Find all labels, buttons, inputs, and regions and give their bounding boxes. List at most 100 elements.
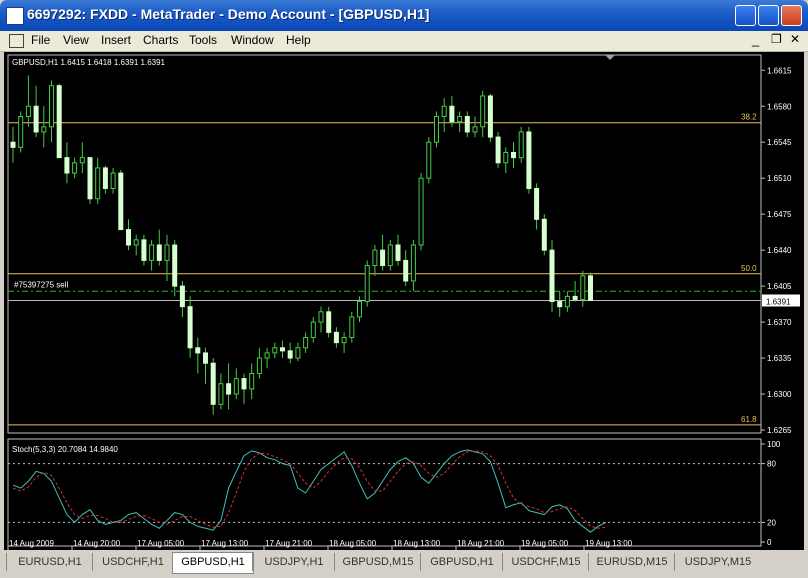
candle bbox=[172, 244, 178, 287]
price-tick-label: 1.6615 bbox=[767, 66, 792, 75]
stoch-tick-label: 100 bbox=[767, 440, 781, 449]
candle bbox=[472, 126, 478, 133]
candle bbox=[87, 157, 93, 200]
chart-tab[interactable]: USDCHF,M15 bbox=[502, 553, 589, 571]
price-tick-label: 1.6370 bbox=[767, 318, 792, 327]
candle bbox=[588, 275, 593, 301]
chart-tab[interactable]: GBPUSD,H1 bbox=[172, 552, 254, 574]
candle bbox=[541, 218, 547, 251]
menu-view[interactable]: View bbox=[63, 33, 89, 47]
stoch-tick-label: 0 bbox=[767, 538, 772, 547]
chart-tab[interactable]: EURUSD,H1 bbox=[6, 553, 93, 571]
stoch-tick-label: 20 bbox=[767, 518, 776, 527]
child-close-icon[interactable]: ✕ bbox=[790, 32, 800, 46]
candle bbox=[79, 157, 85, 164]
stoch-signal-line bbox=[12, 450, 606, 529]
candle bbox=[572, 295, 578, 300]
price-tick-label: 1.6545 bbox=[767, 138, 792, 147]
menu-file[interactable]: File bbox=[31, 33, 50, 47]
chart-window-icon[interactable] bbox=[9, 34, 24, 48]
chart-tab[interactable]: GBPUSD,M15 bbox=[334, 553, 421, 571]
candle bbox=[364, 265, 370, 303]
candle bbox=[318, 311, 324, 323]
candle bbox=[110, 172, 116, 189]
time-tick-label: 17 Aug 13:00 bbox=[201, 539, 249, 548]
candle bbox=[372, 249, 378, 267]
menu-tools[interactable]: Tools bbox=[189, 33, 217, 47]
candle bbox=[164, 244, 170, 261]
candle bbox=[203, 352, 208, 364]
candle bbox=[218, 383, 224, 405]
chart-tabs: EURUSD,H1 USDCHF,H1 GBPUSD,H1 USDJPY,H1 GBPU… bbox=[0, 552, 808, 578]
candle bbox=[480, 95, 486, 128]
candle bbox=[49, 85, 54, 128]
chart-window[interactable]: GBPUSD,H1 1.6415 1.6418 1.6391 1.6391 1.6… bbox=[4, 52, 804, 550]
price-tick-label: 1.6510 bbox=[767, 174, 792, 183]
candle bbox=[195, 347, 201, 354]
order-label: #75397275 sell bbox=[14, 280, 68, 289]
close-icon[interactable] bbox=[781, 5, 802, 26]
candle bbox=[449, 105, 455, 123]
candle bbox=[241, 378, 247, 390]
candle bbox=[518, 131, 524, 159]
minimize-icon[interactable] bbox=[735, 5, 756, 26]
time-tick-label: 18 Aug 21:00 bbox=[457, 539, 505, 548]
chart-header: GBPUSD,H1 1.6415 1.6418 1.6391 1.6391 bbox=[12, 58, 166, 67]
menu-window[interactable]: Window bbox=[231, 33, 274, 47]
candle bbox=[126, 229, 131, 246]
price-chart[interactable]: GBPUSD,H1 1.6415 1.6418 1.6391 1.6391 1.6… bbox=[4, 52, 804, 550]
candle bbox=[18, 116, 24, 148]
candle bbox=[133, 239, 139, 246]
price-tick-label: 1.6265 bbox=[767, 426, 792, 435]
candle bbox=[187, 306, 193, 349]
chart-tab[interactable]: EURUSD,M15 bbox=[588, 553, 675, 571]
candle bbox=[534, 187, 540, 220]
menu-charts[interactable]: Charts bbox=[143, 33, 178, 47]
candle bbox=[464, 116, 470, 133]
candle bbox=[295, 347, 301, 359]
child-minimize-icon[interactable]: _ bbox=[752, 32, 759, 47]
candle bbox=[387, 244, 393, 267]
fib-level-label: 61.8 bbox=[741, 415, 757, 424]
chart-tab[interactable]: USDJPY,M15 bbox=[674, 553, 761, 571]
menu-help[interactable]: Help bbox=[286, 33, 311, 47]
candle bbox=[326, 311, 332, 333]
stoch-header: Stoch(5,3,3) 20.7084 14.9840 bbox=[12, 445, 118, 454]
price-tick-label: 1.6300 bbox=[767, 390, 792, 399]
chart-tab[interactable]: USDJPY,H1 bbox=[252, 553, 335, 571]
price-tick-label: 1.6580 bbox=[767, 102, 792, 111]
time-tick-label: 17 Aug 21:00 bbox=[265, 539, 313, 548]
candle bbox=[341, 337, 347, 344]
time-tick-label: 14 Aug 20:00 bbox=[73, 539, 121, 548]
time-tick-label: 18 Aug 05:00 bbox=[329, 539, 377, 548]
candle bbox=[418, 177, 424, 246]
candle bbox=[249, 372, 255, 390]
candle bbox=[434, 116, 439, 143]
price-tick-label: 1.6405 bbox=[767, 282, 792, 291]
candle bbox=[287, 350, 293, 359]
title-bar[interactable]: 6697292: FXDD - MetaTrader - Demo Accoun… bbox=[0, 0, 808, 31]
candle bbox=[102, 167, 108, 189]
window-title: 6697292: FXDD - MetaTrader - Demo Accoun… bbox=[27, 6, 430, 22]
chart-tab[interactable]: USDCHF,H1 bbox=[92, 553, 173, 571]
candle bbox=[503, 152, 509, 164]
price-tick-label: 1.6335 bbox=[767, 354, 792, 363]
candle bbox=[557, 301, 563, 308]
metatrader-icon bbox=[6, 7, 24, 25]
candle bbox=[511, 152, 516, 159]
child-restore-icon[interactable]: ❐ bbox=[771, 32, 782, 46]
candle bbox=[95, 167, 101, 200]
candle bbox=[357, 301, 362, 318]
stoch-plot-frame bbox=[7, 438, 762, 547]
maximize-icon[interactable] bbox=[758, 5, 779, 26]
menu-insert[interactable]: Insert bbox=[101, 33, 131, 47]
fib-level-label: 50.0 bbox=[741, 264, 757, 273]
candle bbox=[118, 172, 124, 231]
candle bbox=[349, 316, 355, 339]
candle bbox=[303, 337, 309, 349]
time-tick-label: 14 Aug 2009 bbox=[9, 539, 54, 548]
main-plot-frame bbox=[7, 54, 762, 434]
candle bbox=[380, 249, 386, 267]
chart-tab[interactable]: GBPUSD,H1 bbox=[420, 553, 503, 571]
candle bbox=[564, 295, 570, 308]
